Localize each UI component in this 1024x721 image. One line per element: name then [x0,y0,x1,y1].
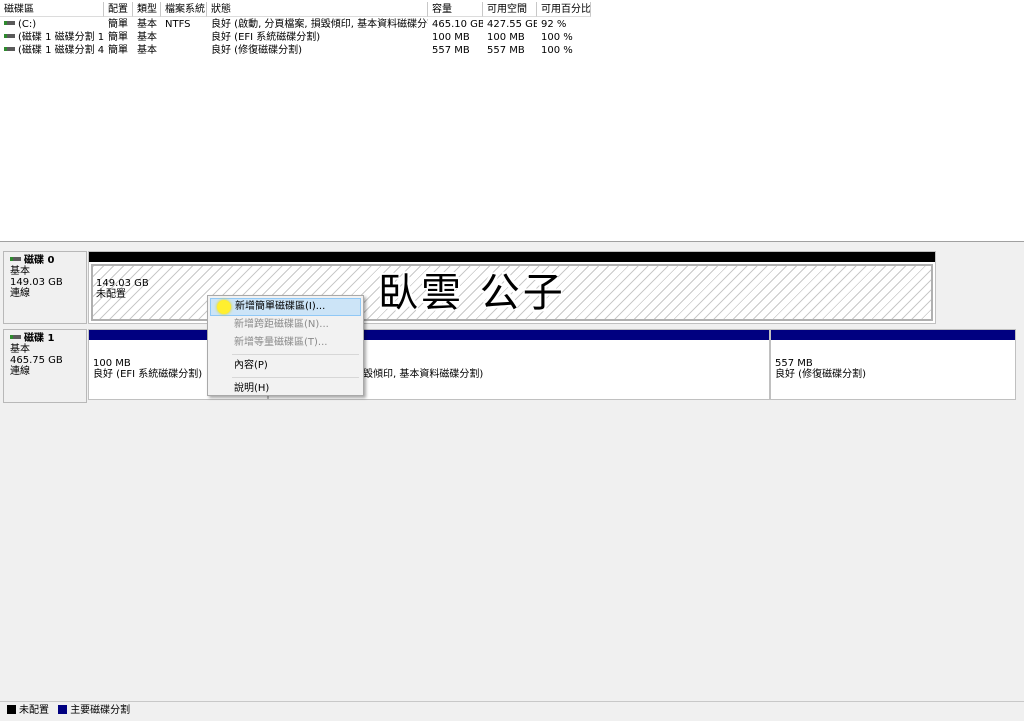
volume-list-header: 磁碟區 配置 類型 檔案系統 狀態 容量 可用空間 可用百分比 [0,2,1024,17]
column-header-type[interactable]: 類型 [133,2,161,17]
disk-type: 基本 [10,344,30,355]
volume-capacity: 557 MB [432,45,470,56]
menu-item-label: 內容(P) [234,360,268,371]
disk-1-row: 磁碟 1 基本 465.75 GB 連線 100 MB 良好 (EFI 系統磁碟… [0,329,1024,403]
volume-row[interactable]: (磁碟 1 磁碟分割 1) 簡單 基本 良好 (EFI 系統磁碟分割) 100 … [0,31,1024,44]
volume-name: (磁碟 1 磁碟分割 4) [18,45,104,56]
disk-name: 磁碟 0 [24,255,55,266]
menu-item-label: 新增等量磁碟區(T)... [234,337,328,348]
legend-item-primary: 主要磁碟分割 [58,704,130,716]
menu-separator [232,354,359,355]
partition-label: 良好 (修復磁碟分割) [775,369,866,380]
partition-bar-primary [771,330,1015,340]
watermark-text: 臥雲 公子 [378,270,566,316]
volume-free-space: 557 MB [487,45,525,56]
volume-free-percent: 100 % [541,32,573,43]
partition-size: 149.03 GB [96,278,149,289]
disk-type: 基本 [10,266,30,277]
volume-status: 良好 (EFI 系統磁碟分割) [211,32,321,43]
volume-capacity: 465.10 GB [432,19,483,30]
menu-item-new-striped-volume[interactable]: 新增等量磁碟區(T)... [210,334,361,352]
volume-type: 基本 [137,19,157,30]
menu-item-help[interactable]: 說明(H) [210,380,361,398]
disk-state: 連線 [10,288,30,299]
menu-item-new-spanned-volume[interactable]: 新增跨距磁碟區(N)... [210,316,361,334]
volume-icon [4,47,15,51]
menu-item-label: 說明(H) [234,383,270,394]
volume-name: (C:) [18,19,37,30]
disk-icon [10,335,21,339]
menu-item-label: 新增簡單磁碟區(I)... [235,301,326,312]
context-menu: 新增簡單磁碟區(I)... 新增跨距磁碟區(N)... 新增等量磁碟區(T)..… [207,295,364,396]
partition-bar-unallocated [89,252,935,262]
volume-free-percent: 92 % [541,19,567,30]
volume-type: 基本 [137,45,157,56]
volume-free-space: 427.55 GB [487,19,537,30]
disk-0-label[interactable]: 磁碟 0 基本 149.03 GB 連線 [3,251,87,324]
volume-free-space: 100 MB [487,32,525,43]
partition-size: 557 MB [775,358,813,369]
volume-row[interactable]: (磁碟 1 磁碟分割 4) 簡單 基本 良好 (修復磁碟分割) 557 MB 5… [0,44,1024,57]
volume-row[interactable]: (C:) 簡單 基本 NTFS 良好 (啟動, 分頁檔案, 損毀傾印, 基本資料… [0,18,1024,31]
recovery-partition[interactable]: 557 MB 良好 (修復磁碟分割) [770,329,1016,400]
partition-label: 未配置 [96,289,126,300]
volume-capacity: 100 MB [432,32,470,43]
partition-label: 毀傾印, 基本資料磁碟分割) [363,369,484,380]
disk-state: 連線 [10,366,30,377]
column-header-free-space[interactable]: 可用空間 [483,2,537,17]
volume-filesystem [161,31,207,44]
column-header-free-percent[interactable]: 可用百分比 [537,2,591,17]
legend-item-unallocated: 未配置 [7,704,52,716]
menu-item-label: 新增跨距磁碟區(N)... [234,319,329,330]
volume-name: (磁碟 1 磁碟分割 1) [18,32,104,43]
disk-size: 465.75 GB [10,355,63,366]
legend-swatch [7,704,16,714]
column-header-capacity[interactable]: 容量 [428,2,483,17]
volume-status: 良好 (啟動, 分頁檔案, 損毀傾印, 基本資料磁碟分割) [211,19,428,30]
column-header-status[interactable]: 狀態 [207,2,428,17]
menu-separator [232,377,359,378]
cursor-highlight-icon [217,300,231,314]
volume-list[interactable]: 磁碟區 配置 類型 檔案系統 狀態 容量 可用空間 可用百分比 (C:) 簡單 … [0,0,1024,242]
disk-name: 磁碟 1 [24,333,55,344]
disk-1-label[interactable]: 磁碟 1 基本 465.75 GB 連線 [3,329,87,403]
volume-filesystem: NTFS [165,19,191,30]
legend-bar: 未配置 主要磁碟分割 [0,701,1024,721]
menu-item-properties[interactable]: 內容(P) [210,357,361,375]
disk-icon [10,257,21,261]
column-header-filesystem[interactable]: 檔案系統 [161,2,207,17]
column-header-volume[interactable]: 磁碟區 [0,2,104,17]
legend-swatch [58,704,68,714]
volume-icon [4,21,15,25]
volume-status: 良好 (修復磁碟分割) [211,45,302,56]
disk-size: 149.03 GB [10,277,63,288]
volume-icon [4,34,15,38]
partition-size [363,358,765,369]
volume-filesystem [161,44,207,57]
menu-item-new-simple-volume[interactable]: 新增簡單磁碟區(I)... [210,298,361,316]
volume-layout: 簡單 [108,32,128,43]
volume-layout: 簡單 [108,45,128,56]
volume-type: 基本 [137,32,157,43]
column-header-layout[interactable]: 配置 [104,2,133,17]
volume-free-percent: 100 % [541,45,573,56]
volume-layout: 簡單 [108,19,128,30]
